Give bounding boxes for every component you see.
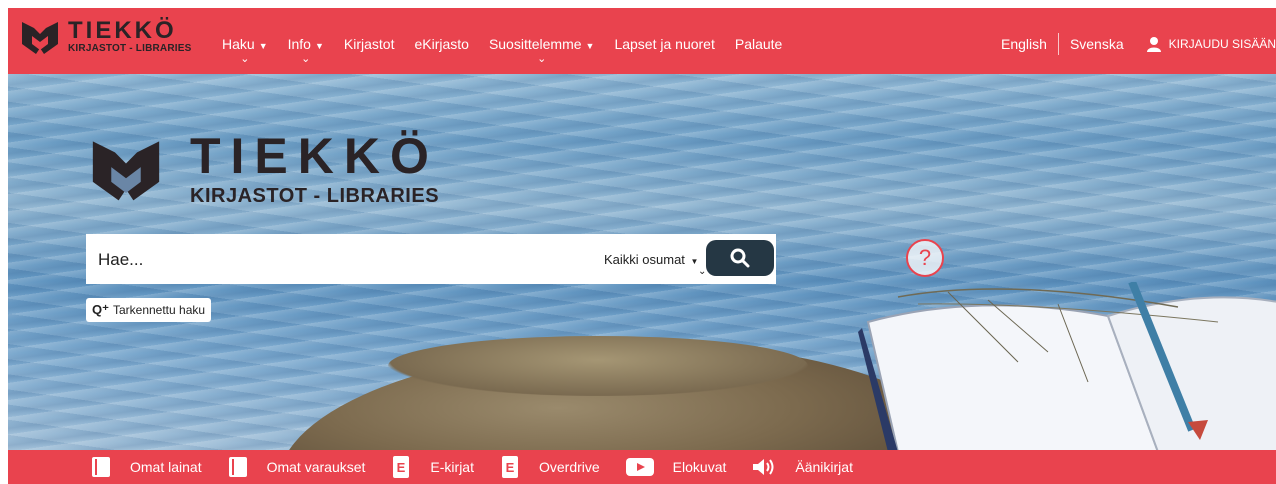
top-navbar: TIEKKÖ KIRJASTOT - LIBRARIES Haku ▼ ⌄ Inf… <box>8 8 1276 74</box>
logo-subtitle: KIRJASTOT - LIBRARIES <box>68 43 192 54</box>
nav-label: Suosittelemme <box>488 36 582 52</box>
search-scope-label: Kaikki osumat <box>604 252 685 267</box>
site-logo[interactable]: TIEKKÖ KIRJASTOT - LIBRARIES <box>20 18 191 56</box>
book-icon <box>227 455 249 479</box>
quick-links-bar: Omat lainat Omat varaukset E E-kirjat E … <box>8 450 1276 484</box>
login-link[interactable]: KIRJAUDU SISÄÄN <box>1146 36 1276 52</box>
nav-label: Kirjastot <box>343 36 395 52</box>
main-nav: Haku ▼ ⌄ Info ▼ ⌄ Kirjastot eKirjasto Suos… <box>222 8 802 74</box>
tiekko-logo-icon <box>92 141 160 201</box>
hero-logo-subtitle: KIRJASTOT - LIBRARIES <box>190 185 440 207</box>
quick-link-aanikirjat[interactable]: Äänikirjat <box>751 456 853 478</box>
nav-lapset-ja-nuoret[interactable]: Lapset ja nuoret <box>614 8 714 74</box>
ebook-icon: E <box>499 455 521 479</box>
nav-label: Info <box>287 36 311 52</box>
tiekko-logo-icon <box>22 22 58 54</box>
quick-link-label: Omat varaukset <box>266 459 366 475</box>
search-bar: Kaikki osumat ▼ ⌄ <box>86 234 776 284</box>
search-icon <box>730 248 750 268</box>
logo-title: TIEKKÖ <box>68 17 177 44</box>
chevron-down-icon: ⌄ <box>240 53 250 65</box>
quick-link-omat-varaukset[interactable]: Omat varaukset <box>227 455 366 479</box>
quick-link-label: Elokuvat <box>672 459 727 475</box>
quick-link-elokuvat[interactable]: Elokuvat <box>625 456 727 478</box>
quick-link-label: E-kirjat <box>430 459 474 475</box>
chevron-down-icon: ⌄ <box>698 266 707 277</box>
lang-english-link[interactable]: English <box>1001 36 1047 52</box>
open-book-image <box>858 282 1276 450</box>
quick-link-omat-lainat[interactable]: Omat lainat <box>90 455 202 479</box>
login-label: KIRJAUDU SISÄÄN <box>1168 37 1276 51</box>
quick-link-overdrive[interactable]: E Overdrive <box>499 455 600 479</box>
speaker-icon <box>751 456 777 478</box>
divider <box>1057 33 1059 55</box>
search-button[interactable] <box>706 240 774 276</box>
nav-label: Lapset ja nuoret <box>614 36 715 52</box>
nav-label: eKirjasto <box>414 36 469 52</box>
user-icon <box>1146 37 1161 52</box>
lang-svenska-link[interactable]: Svenska <box>1070 36 1124 52</box>
hero-logo: TIEKKÖ KIRJASTOT - LIBRARIES <box>86 130 439 208</box>
caret-down-icon: ▼ <box>585 41 595 51</box>
nav-label: Palaute <box>734 36 783 52</box>
chevron-down-icon: ⌄ <box>537 53 547 65</box>
hero-banner: TIEKKÖ KIRJASTOT - LIBRARIES Kaikki osum… <box>8 74 1276 450</box>
nav-info[interactable]: Info ▼ ⌄ <box>288 8 324 74</box>
nav-ekirjasto[interactable]: eKirjasto <box>414 8 468 74</box>
search-scope-dropdown[interactable]: Kaikki osumat ▼ ⌄ <box>604 252 706 277</box>
caret-down-icon: ▼ <box>314 41 324 51</box>
hero-logo-title: TIEKKÖ <box>190 128 439 184</box>
quick-link-label: Äänikirjat <box>795 459 853 475</box>
quick-links: Omat lainat Omat varaukset E E-kirjat E … <box>90 450 878 484</box>
help-icon: ? <box>918 245 932 270</box>
quick-link-label: Overdrive <box>538 459 600 475</box>
book-icon <box>90 455 112 479</box>
search-input[interactable] <box>96 246 580 274</box>
svg-text:E: E <box>506 460 515 475</box>
advanced-search-label: Tarkennettu haku <box>112 303 206 317</box>
play-icon <box>625 456 655 478</box>
ebook-icon: E <box>390 455 412 479</box>
nav-suosittelemme[interactable]: Suosittelemme ▼ ⌄ <box>489 8 595 74</box>
svg-text:E: E <box>397 460 406 475</box>
nav-haku[interactable]: Haku ▼ ⌄ <box>222 8 268 74</box>
caret-down-icon: ▼ <box>690 257 699 266</box>
nav-kirjastot[interactable]: Kirjastot <box>344 8 395 74</box>
chevron-down-icon: ⌄ <box>301 53 311 65</box>
nav-label: Haku <box>222 36 255 52</box>
help-button[interactable]: ? <box>906 239 944 277</box>
nav-palaute[interactable]: Palaute <box>735 8 782 74</box>
quick-link-label: Omat lainat <box>130 459 202 475</box>
quick-link-e-kirjat[interactable]: E E-kirjat <box>390 455 474 479</box>
zoom-in-icon: Q⁺ <box>92 302 109 317</box>
rock-highlight <box>388 336 808 396</box>
caret-down-icon: ▼ <box>258 41 268 51</box>
advanced-search-link[interactable]: Q⁺ Tarkennettu haku <box>86 298 212 322</box>
